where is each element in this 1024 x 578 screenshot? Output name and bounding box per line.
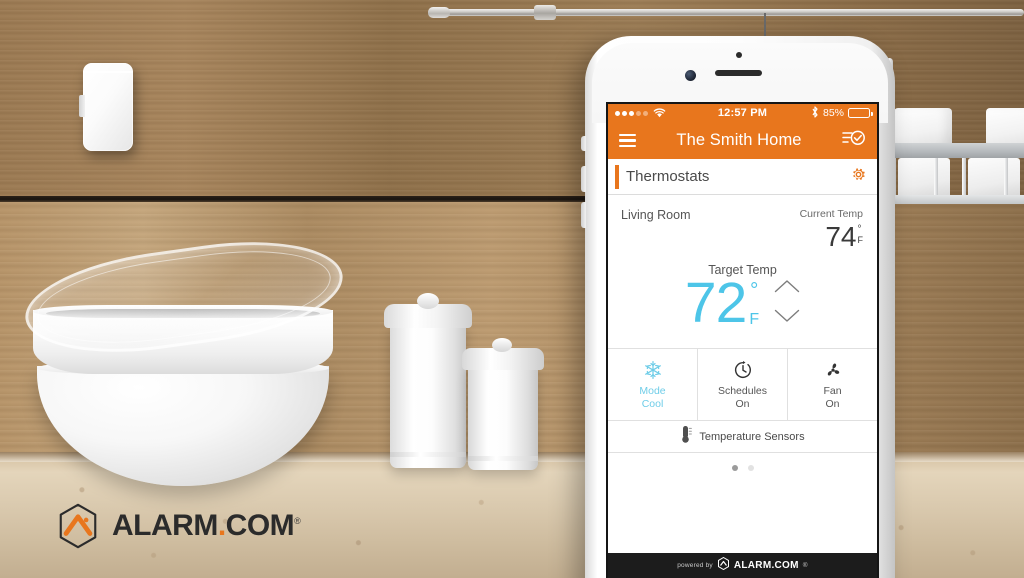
logo-registered-mark: ® [294, 516, 301, 526]
current-temp-label: Current Temp [799, 208, 863, 220]
logo-alarm-text: ALARM [112, 509, 218, 542]
clock-icon [698, 359, 787, 381]
page-dot[interactable] [747, 465, 754, 472]
volume-down-button[interactable] [581, 202, 586, 228]
app-footer: powered by ALARM.COM ® [608, 553, 877, 578]
status-bar: 12:57 PM 85% [608, 104, 877, 122]
rod-end-cap [428, 7, 450, 18]
current-temp-group: Current Temp 74 ° F [800, 208, 863, 251]
room-name: Living Room [621, 208, 691, 222]
alarm-hex-icon [717, 556, 730, 575]
rack-divider [1004, 158, 1008, 198]
proximity-sensor-icon [736, 52, 742, 58]
cup [968, 158, 1020, 200]
dish-rack-lower-shelf [890, 195, 1024, 204]
snowflake-icon [608, 359, 697, 381]
dish-rack-shelf [890, 143, 1024, 158]
alarm-com-wordmark: ALARM.COM® [112, 509, 301, 543]
control-fan[interactable]: Fan On [788, 349, 877, 420]
canister-large-base [390, 452, 466, 457]
phone-screen: 12:57 PM 85% The Smith Home Thermostats … [606, 102, 879, 578]
control-mode-label: Mode [639, 385, 666, 397]
fan-icon [788, 359, 877, 381]
rack-divider [962, 158, 966, 198]
door-window-sensor [83, 63, 133, 151]
temperature-sensors-row[interactable]: Temperature Sensors [608, 420, 877, 454]
footer-brand-label: ALARM.COM [733, 560, 799, 571]
gear-icon[interactable] [850, 166, 867, 188]
control-schedules[interactable]: Schedules On [698, 349, 788, 421]
canister-small-knob [492, 338, 512, 352]
ceramic-canister-large [390, 320, 466, 468]
control-fan-value: On [825, 398, 840, 411]
battery-icon [848, 108, 873, 118]
control-schedules-label: Schedules [717, 385, 768, 397]
volume-up-button[interactable] [581, 166, 586, 192]
alarm-com-logo: ALARM.COM® [55, 503, 301, 549]
target-temp-degree: ° [750, 278, 759, 302]
logo-dot: . [217, 509, 226, 542]
control-mode[interactable]: Mode Cool [608, 349, 698, 421]
thermometer-icon [680, 425, 693, 449]
section-header: Thermostats [608, 159, 877, 195]
page-indicator [608, 453, 877, 472]
control-mode-value: Cool [641, 398, 664, 411]
chevron-up-icon[interactable] [774, 279, 800, 298]
accent-bar [615, 165, 619, 189]
list-check-icon[interactable] [842, 129, 866, 152]
rack-divider [934, 158, 938, 198]
current-temp-degree: ° [857, 224, 862, 235]
cup [898, 158, 950, 200]
thermostat-controls-row: Mode Cool Schedules On Fan On [608, 348, 877, 421]
alarm-hex-logo-icon [55, 503, 101, 549]
logo-com-text: COM [225, 509, 295, 542]
control-schedules-value: On [735, 398, 750, 411]
sensor-magnet-tab [79, 95, 85, 117]
footer-registered-mark: ® [802, 562, 808, 569]
ceramic-canister-small [468, 363, 538, 470]
sensor-seam [83, 71, 133, 73]
canister-small-base [468, 456, 538, 461]
control-fan-label: Fan [823, 385, 842, 397]
app-nav-bar: The Smith Home [608, 122, 877, 159]
page-title: The Smith Home [676, 131, 802, 149]
bluetooth-icon [811, 105, 819, 121]
hamburger-menu-icon[interactable] [619, 133, 636, 148]
chevron-down-icon[interactable] [774, 309, 800, 328]
rod-collar [534, 5, 556, 20]
canister-large-knob [417, 293, 439, 309]
metal-rod [428, 9, 1024, 16]
thermostat-card: Living Room Current Temp 74 ° F Target T… [608, 195, 877, 472]
kitchen-scene: 12:57 PM 85% The Smith Home Thermostats … [0, 0, 1024, 578]
ring-silent-switch[interactable] [581, 136, 586, 151]
battery-percent-label: 85% [822, 107, 844, 119]
front-camera-icon [685, 70, 696, 81]
temperature-sensors-label: Temperature Sensors [699, 430, 805, 443]
target-temp-value: 72 [684, 271, 747, 335]
earpiece-speaker [715, 70, 762, 76]
current-temp-unit: F [857, 234, 864, 245]
section-title: Thermostats [626, 168, 710, 185]
page-dot-active[interactable] [731, 465, 738, 472]
target-temp-group: 72 ° F [608, 275, 877, 332]
current-temp-value: 74 [825, 221, 857, 252]
powered-by-label: powered by [677, 562, 713, 569]
target-temp-unit: F [749, 310, 760, 328]
